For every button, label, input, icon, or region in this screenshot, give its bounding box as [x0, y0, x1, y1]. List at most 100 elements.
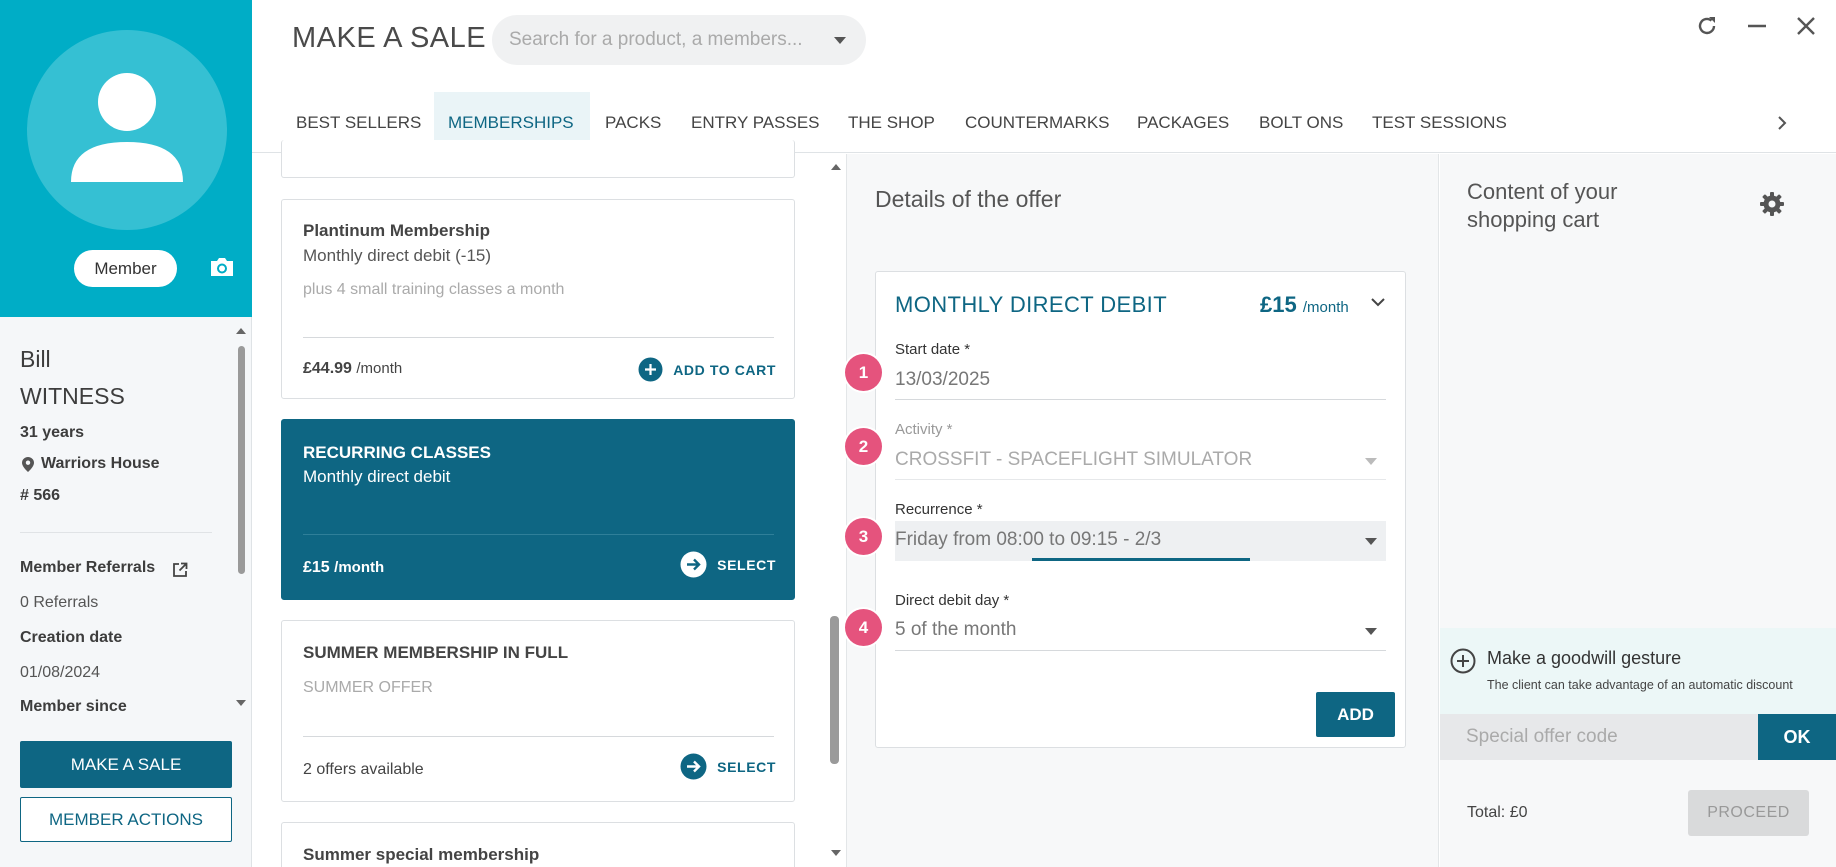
tab-the-shop[interactable]: THE SHOP [848, 113, 935, 133]
tab-entry-passes[interactable]: ENTRY PASSES [691, 113, 820, 133]
select-button[interactable]: SELECT [680, 753, 776, 780]
divider [303, 534, 774, 535]
start-date-label: Start date * [895, 341, 971, 358]
offer-name: MONTHLY DIRECT DEBIT [895, 292, 1168, 317]
offer-price: £44.99 /month [303, 360, 403, 377]
gear-icon[interactable] [1759, 191, 1785, 217]
external-link-icon[interactable] [172, 562, 188, 578]
direct-debit-day-label: Direct debit day * [895, 592, 1010, 609]
plus-circle-icon [638, 357, 663, 382]
offer-title: Plantinum Membership [303, 221, 491, 240]
shopping-cart-panel [1440, 154, 1836, 867]
goodwill-title[interactable]: Make a goodwill gesture [1487, 648, 1681, 669]
step-badge-2: 2 [845, 428, 882, 465]
offer-description: SUMMER OFFER [303, 679, 433, 696]
tab-best-sellers[interactable]: BEST SELLERS [296, 113, 421, 133]
divider [303, 736, 774, 737]
proceed-button[interactable]: PROCEED [1688, 790, 1809, 836]
cart-total: Total: £0 [1467, 804, 1528, 821]
tab-memberships[interactable]: MEMBERSHIPS [448, 113, 574, 133]
camera-icon[interactable] [209, 256, 235, 278]
select-button[interactable]: SELECT [680, 551, 776, 578]
offer-card-partial [281, 140, 795, 178]
special-offer-code-placeholder[interactable]: Special offer code [1466, 726, 1618, 748]
member-first-name: Bill [20, 346, 51, 372]
chevron-right-icon[interactable] [1776, 115, 1788, 131]
sidebar-scrollbar[interactable] [238, 346, 245, 574]
divider [303, 337, 774, 338]
tab-countermarks[interactable]: COUNTERMARKS [965, 113, 1110, 133]
activity-select[interactable]: CROSSFIT - SPACEFLIGHT SIMULATOR [895, 449, 1252, 471]
avatar[interactable] [27, 30, 227, 230]
scroll-up-arrow-icon[interactable] [829, 162, 843, 172]
refresh-icon[interactable] [1695, 14, 1719, 38]
plus-circle-icon[interactable] [1450, 648, 1476, 674]
tab-bolt-ons[interactable]: BOLT ONS [1259, 113, 1343, 133]
scroll-down-arrow-icon[interactable] [829, 848, 843, 858]
recurrence-value[interactable]: Friday from 08:00 to 09:15 - 2/3 [895, 529, 1161, 551]
field-underline [895, 650, 1386, 651]
user-icon [71, 73, 183, 182]
member-number: # 566 [20, 487, 61, 504]
member-age: 31 years [20, 424, 85, 441]
activity-label: Activity * [895, 421, 953, 438]
offer-title: SUMMER MEMBERSHIP IN FULL [303, 643, 569, 662]
field-underline [895, 399, 1386, 400]
step-badge-1: 1 [845, 354, 882, 391]
tab-test-sessions[interactable]: TEST SESSIONS [1372, 113, 1507, 133]
goodwill-gesture-section[interactable] [1440, 628, 1836, 714]
member-since-label: Member since [20, 698, 127, 715]
make-a-sale-button[interactable]: MAKE A SALE [20, 741, 232, 788]
offer-subtitle: Monthly direct debit [303, 467, 451, 486]
details-title: Details of the offer [875, 186, 1062, 212]
step-badge-4: 4 [845, 609, 882, 646]
tab-packages[interactable]: PACKAGES [1137, 113, 1229, 133]
activity-dropdown-icon[interactable] [1364, 457, 1378, 466]
member-location: Warriors House [41, 455, 160, 472]
page-title: MAKE A SALE [292, 22, 487, 54]
direct-debit-day-select[interactable]: 5 of the month [895, 619, 1016, 641]
cart-title: Content of your shopping cart [1467, 179, 1618, 232]
search-dropdown-icon[interactable] [833, 36, 847, 45]
offer-card[interactable]: Plantinum Membership Monthly direct debi… [281, 199, 795, 399]
creation-date-label: Creation date [20, 629, 123, 646]
offer-card[interactable]: Summer special membership [281, 822, 795, 867]
creation-date-value: 01/08/2024 [20, 664, 101, 681]
location-pin-icon [22, 457, 34, 472]
minimize-icon[interactable] [1745, 14, 1769, 38]
add-button[interactable]: ADD [1316, 692, 1395, 737]
step-badge-3: 3 [845, 518, 882, 555]
arrow-right-circle-icon [680, 753, 707, 780]
arrow-right-circle-icon [680, 551, 707, 578]
member-actions-button[interactable]: MEMBER ACTIONS [20, 797, 232, 842]
offer-card-selected[interactable]: RECURRING CLASSES Monthly direct debit £… [281, 419, 795, 600]
close-icon[interactable] [1794, 14, 1818, 38]
offer-card[interactable]: SUMMER MEMBERSHIP IN FULL SUMMER OFFER 2… [281, 620, 795, 802]
offers-available-count: 2 offers available [303, 761, 424, 778]
scroll-down-arrow-icon[interactable] [234, 698, 248, 708]
member-referrals-link[interactable]: Member Referrals [20, 559, 155, 577]
referrals-count: 0 Referrals [20, 594, 99, 611]
member-last-name: WITNESS [20, 383, 125, 409]
start-date-input[interactable]: 13/03/2025 [895, 369, 990, 391]
tab-packs[interactable]: PACKS [605, 113, 661, 133]
ok-button[interactable]: OK [1758, 714, 1836, 760]
scroll-up-arrow-icon[interactable] [234, 326, 248, 336]
offer-price: £15 /month [1260, 292, 1349, 317]
chevron-down-icon[interactable] [1370, 296, 1386, 308]
list-scrollbar[interactable] [830, 616, 839, 764]
search-placeholder[interactable]: Search for a product, a members... [509, 29, 803, 51]
direct-debit-day-dropdown-icon[interactable] [1364, 627, 1378, 636]
focus-underline [1032, 558, 1250, 561]
divider [20, 532, 212, 533]
recurrence-label: Recurrence * [895, 501, 983, 518]
member-badge: Member [74, 250, 177, 287]
offer-price: £15 /month [303, 559, 385, 576]
offer-subtitle: Monthly direct debit (-15) [303, 246, 492, 265]
add-to-cart-button[interactable]: ADD TO CART [638, 357, 776, 382]
field-underline [895, 479, 1386, 480]
offer-title: Summer special membership [303, 845, 540, 864]
offer-description: plus 4 small training classes a month [303, 281, 565, 298]
recurrence-dropdown-icon[interactable] [1364, 537, 1378, 546]
goodwill-subtitle: The client can take advantage of an auto… [1487, 678, 1793, 692]
